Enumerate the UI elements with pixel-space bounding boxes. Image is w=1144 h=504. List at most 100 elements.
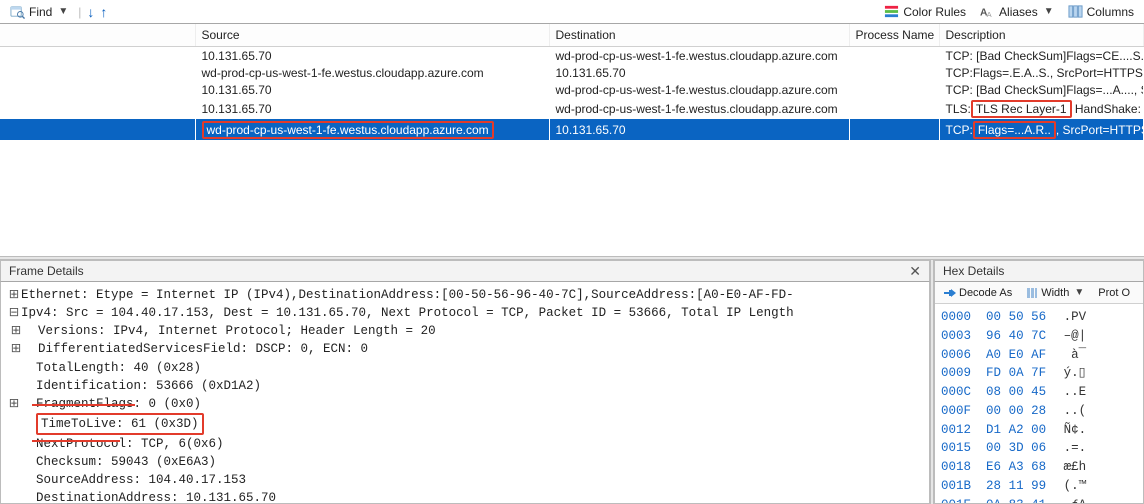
aliases-button[interactable]: AA Aliases ▼	[976, 4, 1058, 19]
packet-grid[interactable]: Source Destination Process Name Descript…	[0, 24, 1144, 256]
table-row[interactable]: 10.131.65.70wd-prod-cp-us-west-1-fe.west…	[0, 47, 1144, 65]
grid-header-description[interactable]: Description	[939, 24, 1144, 47]
hex-byte: 28	[1031, 404, 1046, 418]
collapse-icon[interactable]: ⊟	[7, 304, 21, 322]
row-blank	[0, 119, 195, 140]
grid-blank-header[interactable]	[0, 24, 195, 47]
width-button[interactable]: Width ▼	[1021, 286, 1089, 300]
hex-offset: 0015	[941, 441, 971, 455]
close-icon[interactable]: ✕	[909, 263, 921, 280]
prot-button[interactable]: Prot O	[1093, 286, 1135, 300]
cell-process	[849, 81, 939, 98]
tree-line[interactable]: SourceAddress: 104.40.17.153	[7, 471, 923, 489]
grid-header-source[interactable]: Source	[195, 24, 549, 47]
tree-line[interactable]: ⊞ DifferentiatedServicesField: DSCP: 0, …	[7, 340, 923, 358]
expand-icon[interactable]: ⊞	[7, 395, 21, 413]
hex-row[interactable]: 001B 28 11 99 (.™	[941, 477, 1137, 496]
chevron-down-icon: ▼	[58, 6, 68, 17]
hex-ascii: à¯	[1064, 348, 1087, 362]
hex-details-body[interactable]: Decode As Width ▼ Prot O 0000 00 50 56 .…	[934, 282, 1144, 504]
cell-process	[849, 64, 939, 81]
hex-row[interactable]: 0006 A0 E0 AF à¯	[941, 346, 1137, 365]
tree-line[interactable]: TotalLength: 40 (0x28)	[7, 359, 923, 377]
hex-byte: 40	[1009, 329, 1024, 343]
tree-line[interactable]: ⊞ Versions: IPv4, Internet Protocol; Hea…	[7, 322, 923, 340]
row-blank	[0, 64, 195, 81]
hex-row[interactable]: 000F 00 00 28 ..(	[941, 402, 1137, 421]
hex-ascii: ..(	[1064, 404, 1087, 418]
tree-spacer	[7, 413, 21, 431]
hex-ascii: .PV	[1064, 310, 1087, 324]
expand-icon[interactable]: ⊞	[7, 286, 21, 304]
hex-byte: 56	[1031, 310, 1046, 324]
hex-ascii: Ñ¢.	[1064, 423, 1087, 437]
cell-destination: wd-prod-cp-us-west-1-fe.westus.cloudapp.…	[549, 81, 849, 98]
tree-line[interactable]: Identification: 53666 (0xD1A2)	[7, 377, 923, 395]
hex-byte: E0	[1009, 348, 1024, 362]
width-label: Width	[1041, 287, 1069, 299]
hex-toolbar: Decode As Width ▼ Prot O	[935, 282, 1143, 304]
hex-byte: 99	[1031, 479, 1046, 493]
cell-source: 10.131.65.70	[195, 47, 549, 65]
hex-byte: 28	[986, 479, 1001, 493]
tree-spacer	[7, 489, 21, 504]
hex-offset: 0000	[941, 310, 971, 324]
table-row[interactable]: wd-prod-cp-us-west-1-fe.westus.cloudapp.…	[0, 119, 1144, 140]
grid-header-destination[interactable]: Destination	[549, 24, 849, 47]
tree-line[interactable]: TimeToLive: 61 (0x3D)	[7, 413, 923, 435]
tree-spacer	[7, 435, 21, 453]
cell-description: TLS:TLS Rec Layer-1 HandShake: Clien	[939, 98, 1144, 119]
hex-row[interactable]: 0000 00 50 56 .PV	[941, 308, 1137, 327]
cell-source: wd-prod-cp-us-west-1-fe.westus.cloudapp.…	[195, 119, 549, 140]
tree-spacer	[7, 377, 21, 395]
expand-icon[interactable]: ⊞	[9, 340, 23, 358]
hex-ascii: .ƒA	[1064, 498, 1087, 504]
hex-details-title: Hex Details	[943, 264, 1004, 278]
frame-details-panel: Frame Details ✕ ⊞Ethernet: Etype = Inter…	[0, 260, 930, 504]
frame-details-body[interactable]: ⊞Ethernet: Etype = Internet IP (IPv4),De…	[0, 282, 930, 504]
tree-line[interactable]: ⊞Ethernet: Etype = Internet IP (IPv4),De…	[7, 286, 923, 304]
hex-byte: A0	[986, 348, 1001, 362]
tree-text: NextProtocol: TCP, 6(0x6)	[21, 435, 224, 453]
table-row[interactable]: wd-prod-cp-us-west-1-fe.westus.cloudapp.…	[0, 64, 1144, 81]
tree-text: DestinationAddress: 10.131.65.70	[21, 489, 276, 504]
hex-row[interactable]: 000C 08 00 45 ..E	[941, 383, 1137, 402]
find-prev-button[interactable]: ↑	[100, 4, 107, 20]
hex-row[interactable]: 0018 E6 A3 68 æ£h	[941, 458, 1137, 477]
hex-byte: 7F	[1031, 366, 1046, 380]
columns-label: Columns	[1087, 5, 1134, 19]
tree-line[interactable]: NextProtocol: TCP, 6(0x6)	[7, 435, 923, 453]
find-button[interactable]: Find ▼	[6, 4, 72, 19]
decode-as-button[interactable]: Decode As	[939, 286, 1017, 300]
cell-process	[849, 98, 939, 119]
hex-row[interactable]: 0009 FD 0A 7F ý.▯	[941, 364, 1137, 383]
hex-row[interactable]: 0015 00 3D 06 .=.	[941, 439, 1137, 458]
find-label: Find	[29, 5, 52, 19]
tree-spacer	[7, 453, 21, 471]
hex-row[interactable]: 0012 D1 A2 00 Ñ¢.	[941, 421, 1137, 440]
tree-line[interactable]: Checksum: 59043 (0xE6A3)	[7, 453, 923, 471]
columns-button[interactable]: Columns	[1064, 4, 1138, 19]
tree-text: Ipv4: Src = 104.40.17.153, Dest = 10.131…	[21, 304, 794, 322]
expand-icon[interactable]: ⊞	[9, 322, 23, 340]
tree-line[interactable]: ⊟Ipv4: Src = 104.40.17.153, Dest = 10.13…	[7, 304, 923, 322]
cell-source: wd-prod-cp-us-west-1-fe.westus.cloudapp.…	[195, 64, 549, 81]
table-row[interactable]: 10.131.65.70wd-prod-cp-us-west-1-fe.west…	[0, 81, 1144, 98]
tree-line[interactable]: DestinationAddress: 10.131.65.70	[7, 489, 923, 504]
frame-details-header: Frame Details ✕	[0, 260, 930, 282]
frame-details-title: Frame Details	[9, 264, 84, 278]
color-rules-label: Color Rules	[903, 5, 966, 19]
cell-process	[849, 47, 939, 65]
hex-byte: 08	[986, 385, 1001, 399]
find-next-button[interactable]: ↓	[87, 4, 94, 20]
cell-source: 10.131.65.70	[195, 81, 549, 98]
tree-text: Versions: IPv4, Internet Protocol; Heade…	[23, 322, 436, 340]
table-row[interactable]: 10.131.65.70wd-prod-cp-us-west-1-fe.west…	[0, 98, 1144, 119]
tree-line[interactable]: ⊞ FragmentFlags: 0 (0x0)	[7, 395, 923, 413]
color-rules-button[interactable]: Color Rules	[880, 4, 970, 19]
grid-header-process[interactable]: Process Name	[849, 24, 939, 47]
hex-row[interactable]: 0003 96 40 7C –@|	[941, 327, 1137, 346]
hex-byte: 0A	[1009, 366, 1024, 380]
tree-text: TotalLength: 40 (0x28)	[21, 359, 201, 377]
bottom-row: Frame Details ✕ ⊞Ethernet: Etype = Inter…	[0, 260, 1144, 504]
